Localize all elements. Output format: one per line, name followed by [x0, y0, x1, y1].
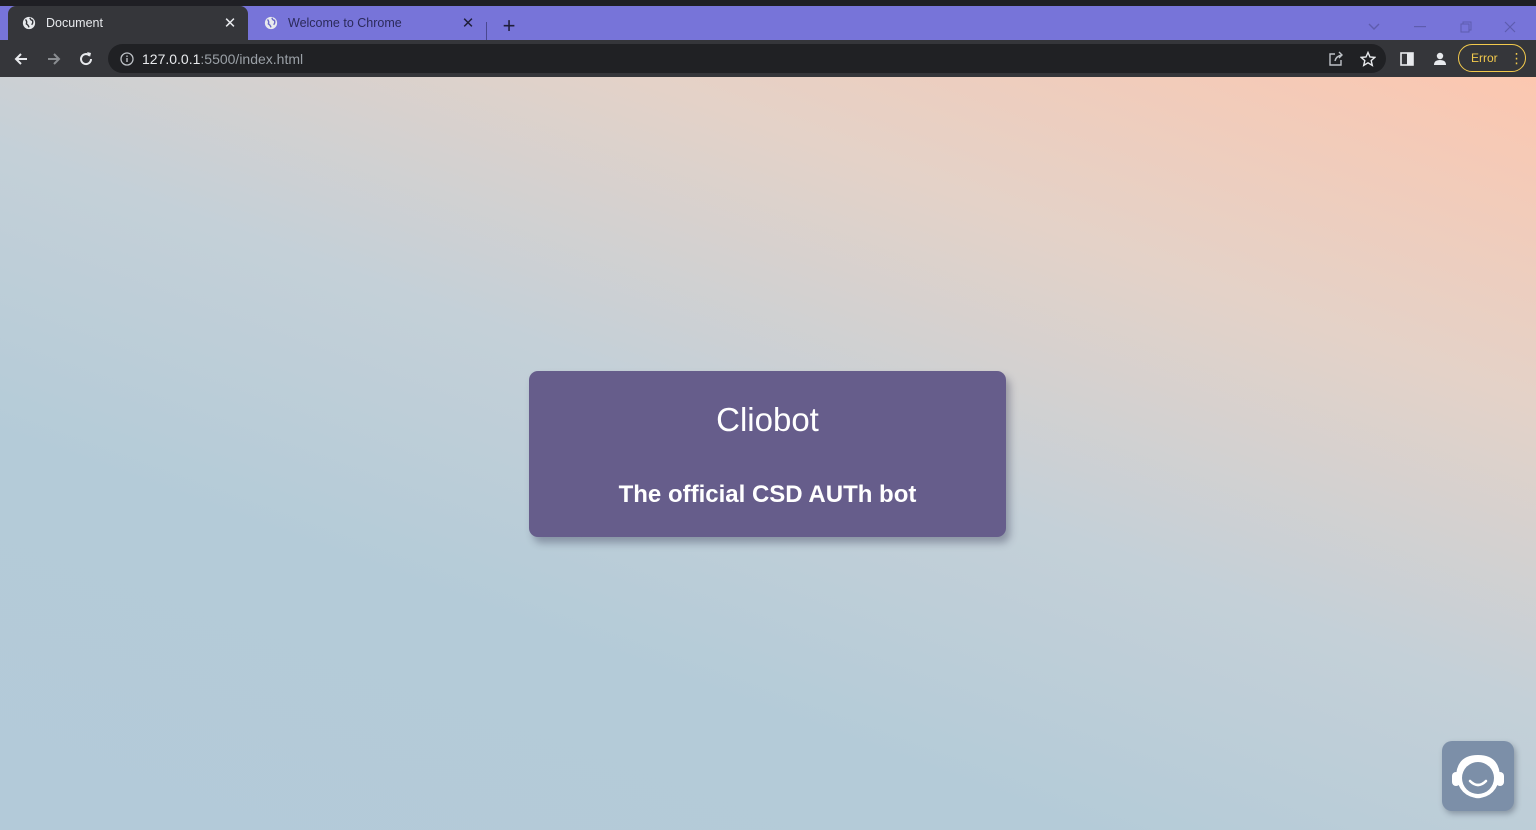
card-subtitle: The official CSD AUTh bot [618, 481, 917, 508]
arrow-left-icon [14, 53, 27, 65]
tab-title: Welcome to Chrome [288, 16, 402, 30]
chrome-globe-icon [264, 16, 278, 30]
close-tab-icon[interactable]: ✕ [222, 15, 238, 32]
address-bar[interactable]: 127.0.0.1:5500/index.html [108, 44, 1386, 73]
url-host: 127.0.0.1 [142, 50, 201, 67]
close-tab-icon[interactable]: ✕ [460, 15, 476, 32]
more-menu-icon[interactable]: ⋮ [1510, 50, 1524, 67]
minimize-icon[interactable] [1400, 12, 1440, 42]
support-agent-icon [1452, 754, 1504, 799]
page-viewport: Cliobot The official CSD AUTh bot [0, 77, 1536, 830]
reload-icon [80, 52, 93, 66]
profile-avatar-icon[interactable] [1429, 48, 1451, 70]
hero-card: Cliobot The official CSD AUTh bot [529, 371, 1006, 537]
tab-welcome-to-chrome[interactable]: Welcome to Chrome ✕ [250, 6, 486, 40]
restore-icon[interactable] [1446, 12, 1486, 42]
tab-separator [486, 22, 487, 40]
chat-launcher-button[interactable] [1442, 741, 1514, 811]
error-label: Error [1471, 51, 1498, 65]
profile-error-button[interactable]: Error ⋮ [1458, 44, 1526, 72]
tab-strip: Document ✕ Welcome to Chrome ✕ + [0, 6, 1536, 40]
side-panel-icon[interactable] [1396, 48, 1418, 70]
tab-document[interactable]: Document ✕ [8, 6, 248, 40]
info-icon[interactable] [120, 51, 134, 66]
close-window-icon[interactable] [1490, 12, 1530, 42]
tab-title: Document [46, 16, 103, 30]
forward-button[interactable] [41, 46, 67, 72]
tab-search-icon[interactable] [1354, 12, 1394, 42]
card-title: Cliobot [716, 401, 819, 438]
bookmark-star-icon[interactable] [1357, 48, 1379, 70]
globe-icon [22, 16, 36, 30]
url-path: :5500/index.html [200, 50, 304, 67]
arrow-right-icon [48, 53, 61, 65]
browser-toolbar: 127.0.0.1:5500/index.html Error ⋮ [0, 40, 1536, 77]
reload-button[interactable] [73, 46, 99, 72]
new-tab-button[interactable]: + [498, 15, 520, 38]
share-icon[interactable] [1325, 48, 1347, 70]
back-button[interactable] [8, 46, 34, 72]
